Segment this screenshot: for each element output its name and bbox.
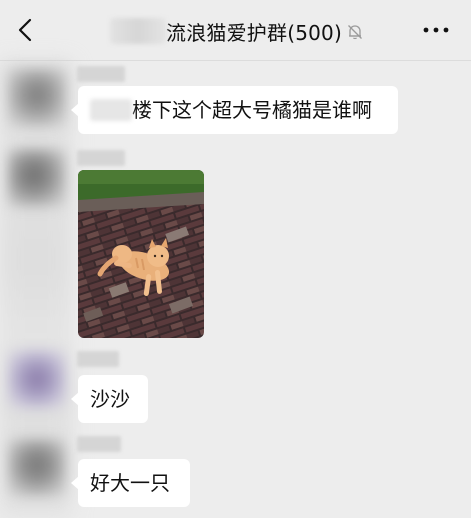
avatar[interactable] (8, 69, 66, 127)
page-title: 流浪猫爱护群(500) (166, 20, 342, 45)
title-blurred-prefix (110, 18, 166, 44)
message-bubble-1[interactable]: 楼下这个超大号橘猫是谁啊 (71, 86, 398, 134)
back-button[interactable] (12, 16, 40, 44)
message-text-1: 楼下这个超大号橘猫是谁啊 (132, 98, 372, 122)
chat-screen: 流浪猫爱护群(500) 楼下这个超大号橘猫是谁啊 沙沙 好大一只 (0, 0, 471, 518)
more-button[interactable] (421, 20, 451, 40)
sender-name-blurred (77, 66, 125, 82)
bell-muted-icon (348, 25, 362, 40)
mention-blurred (90, 99, 132, 121)
sender-name-blurred (77, 436, 121, 452)
avatar[interactable] (8, 149, 66, 207)
cat-photo[interactable] (78, 170, 204, 338)
sender-name-blurred (77, 351, 119, 367)
chevron-left-icon (18, 18, 32, 42)
chat-header: 流浪猫爱护群(500) (0, 0, 471, 61)
message-text-4: 好大一只 (90, 471, 170, 495)
message-bubble-4[interactable]: 好大一只 (71, 459, 190, 507)
avatar[interactable] (8, 350, 66, 408)
ellipsis-icon (423, 27, 449, 33)
avatar[interactable] (8, 439, 66, 497)
message-list[interactable]: 楼下这个超大号橘猫是谁啊 沙沙 好大一只 (0, 61, 471, 518)
message-text-3: 沙沙 (90, 387, 130, 411)
chat-title-area[interactable]: 流浪猫爱护群(500) (110, 16, 364, 46)
sender-name-blurred (77, 150, 125, 166)
message-bubble-3[interactable]: 沙沙 (71, 375, 148, 423)
cat-photo-image (78, 170, 204, 338)
